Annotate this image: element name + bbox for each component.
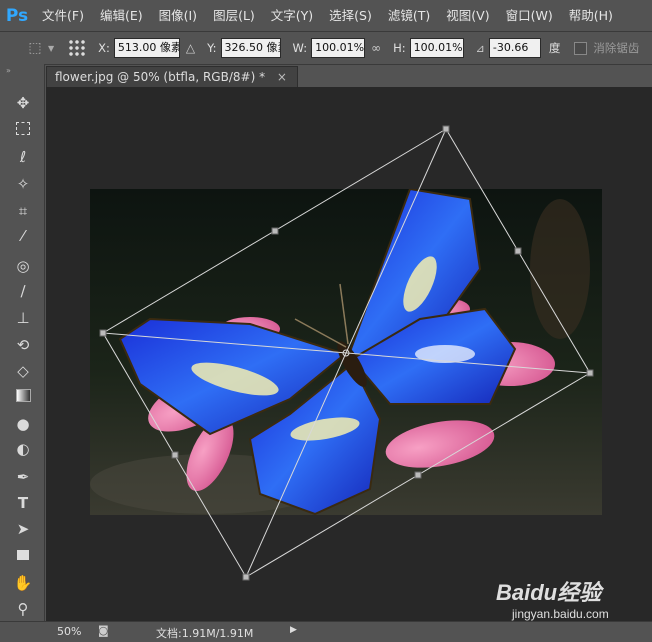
- hand-icon[interactable]: ✋: [12, 572, 34, 594]
- transform-handle-left[interactable]: [99, 329, 107, 337]
- width-field[interactable]: 100.01%: [311, 38, 366, 58]
- move-icon[interactable]: ✥: [12, 92, 34, 114]
- type-icon[interactable]: T: [12, 492, 34, 514]
- zoom-icon[interactable]: ⚲: [12, 598, 34, 620]
- panel-grip-icon[interactable]: »: [6, 66, 11, 75]
- menu-bar: Ps 文件(F) 编辑(E) 图像(I) 图层(L) 文字(Y) 选择(S) 滤…: [0, 0, 652, 31]
- dropdown-arrow-icon[interactable]: ▼: [48, 44, 54, 53]
- menu-view[interactable]: 视图(V): [438, 0, 497, 31]
- x-field[interactable]: 513.00 像素: [113, 38, 180, 58]
- transform-tool-icon[interactable]: ⬚: [22, 40, 48, 56]
- document-size: 文档:1.91M/1.91M: [156, 627, 254, 640]
- transform-handle-top[interactable]: [442, 125, 450, 133]
- brush-icon[interactable]: ∕: [12, 280, 34, 302]
- blur-icon[interactable]: ●: [12, 413, 34, 435]
- status-bar: 50% ◙ 文档:1.91M/1.91M ▶: [0, 621, 652, 642]
- healing-brush-icon[interactable]: ◎: [12, 255, 34, 277]
- relative-position-icon[interactable]: △: [186, 41, 195, 55]
- dodge-icon[interactable]: ◐: [12, 438, 34, 460]
- crop-icon[interactable]: ⌗: [12, 200, 34, 222]
- angle-field[interactable]: -30.66: [488, 38, 541, 58]
- menu-edit[interactable]: 编辑(E): [92, 0, 151, 31]
- eraser-icon[interactable]: ◇: [12, 360, 34, 382]
- y-field[interactable]: 326.50 像素: [220, 38, 281, 58]
- zoom-level[interactable]: 50%: [57, 625, 81, 638]
- watermark-url: jingyan.baidu.com: [512, 607, 609, 621]
- eyedropper-icon[interactable]: ⁄: [12, 225, 34, 247]
- menu-filter[interactable]: 滤镜(T): [380, 0, 438, 31]
- transform-handle-bottom[interactable]: [242, 573, 250, 581]
- menu-image[interactable]: 图像(I): [151, 0, 205, 31]
- x-label: X:: [98, 41, 110, 55]
- angle-unit: 度: [548, 41, 561, 55]
- watermark: Baidu经验 jingyan.baidu.com: [496, 575, 609, 621]
- path-select-icon[interactable]: ➤: [12, 518, 34, 540]
- lasso-icon[interactable]: ℓ: [12, 146, 34, 168]
- tools-panel: » ✥ ℓ ✧ ⌗ ⁄ ◎ ∕ ⊥ ⟲ ◇ ● ◐ ✒ T ➤ ✋ ⚲: [0, 64, 45, 624]
- status-menu-arrow-icon[interactable]: ▶: [290, 625, 297, 635]
- menu-window[interactable]: 窗口(W): [498, 0, 561, 31]
- menu-help[interactable]: 帮助(H): [561, 0, 621, 31]
- history-brush-icon[interactable]: ⟲: [12, 334, 34, 356]
- transform-handle-right[interactable]: [586, 369, 594, 377]
- close-icon[interactable]: ×: [277, 70, 287, 84]
- transform-handle-top-left[interactable]: [271, 227, 279, 235]
- transform-handle-bottom-left[interactable]: [171, 451, 179, 459]
- menu-layer[interactable]: 图层(L): [205, 0, 263, 31]
- shape-icon[interactable]: [12, 544, 34, 566]
- watermark-logo-text: Baidu经验: [496, 580, 602, 605]
- stamp-icon[interactable]: ⊥: [12, 307, 34, 329]
- gradient-icon[interactable]: [12, 386, 34, 408]
- transform-handle-bottom-right[interactable]: [414, 471, 422, 479]
- menu-select[interactable]: 选择(S): [321, 0, 380, 31]
- w-label: W:: [292, 41, 308, 55]
- antialias-checkbox[interactable]: [574, 41, 588, 55]
- link-icon[interactable]: ∞: [371, 41, 381, 55]
- pen-icon[interactable]: ✒: [12, 466, 34, 488]
- height-field[interactable]: 100.01%: [409, 38, 464, 58]
- transform-handle-top-right[interactable]: [514, 247, 522, 255]
- canvas-area[interactable]: Baidu经验 jingyan.baidu.com: [46, 87, 652, 621]
- menu-file[interactable]: 文件(F): [34, 0, 92, 31]
- y-label: Y:: [207, 41, 217, 55]
- antialias-label: 消除锯齿: [593, 41, 640, 55]
- photoshop-logo: Ps: [5, 5, 29, 26]
- magic-wand-icon[interactable]: ✧: [12, 173, 34, 195]
- options-bar: ⬚ ▼ X: 513.00 像素 △ Y: 326.50 像素 W: 100.0…: [0, 31, 652, 65]
- document-tab[interactable]: flower.jpg @ 50% (btfla, RGB/8#) * ×: [46, 66, 298, 87]
- transform-bounding-box[interactable]: [46, 87, 652, 621]
- reference-point-icon[interactable]: [68, 39, 87, 57]
- document-title: flower.jpg @ 50% (btfla, RGB/8#) *: [55, 70, 266, 84]
- status-info-icon[interactable]: ◙: [98, 624, 109, 637]
- menu-type[interactable]: 文字(Y): [263, 0, 321, 31]
- h-label: H:: [393, 41, 406, 55]
- rotate-icon: ⊿: [475, 41, 485, 55]
- marquee-icon[interactable]: [12, 119, 34, 141]
